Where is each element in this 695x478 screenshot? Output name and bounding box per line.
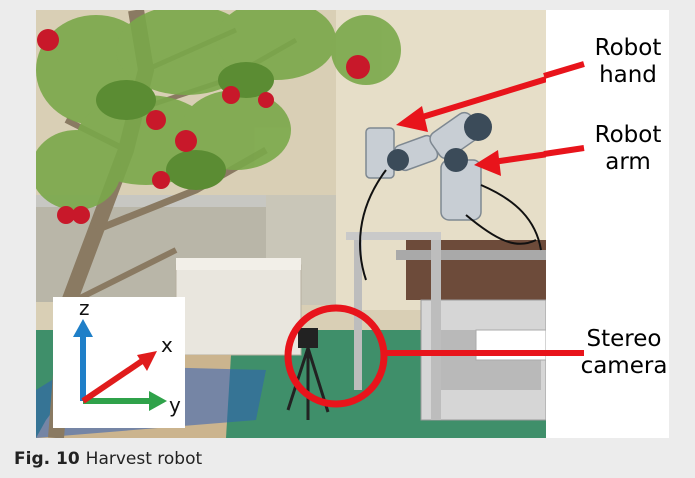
robot-hand-label: Robot hand [594,35,662,88]
coordinate-axes: z x y [53,296,185,428]
stereo-camera-label: Stereo camera [580,326,668,379]
y-axis-label: y [169,393,181,417]
figure-caption: Fig. 10 Harvest robot [14,449,202,469]
figure-number: Fig. 10 [14,449,80,469]
figure: Robot hand Robot arm Stereo camera z x y [36,10,669,438]
robot-arm-label: Robot arm [594,122,662,175]
z-axis-label: z [79,296,90,320]
caption-text: Harvest robot [85,449,203,469]
x-axis-label: x [161,333,173,357]
